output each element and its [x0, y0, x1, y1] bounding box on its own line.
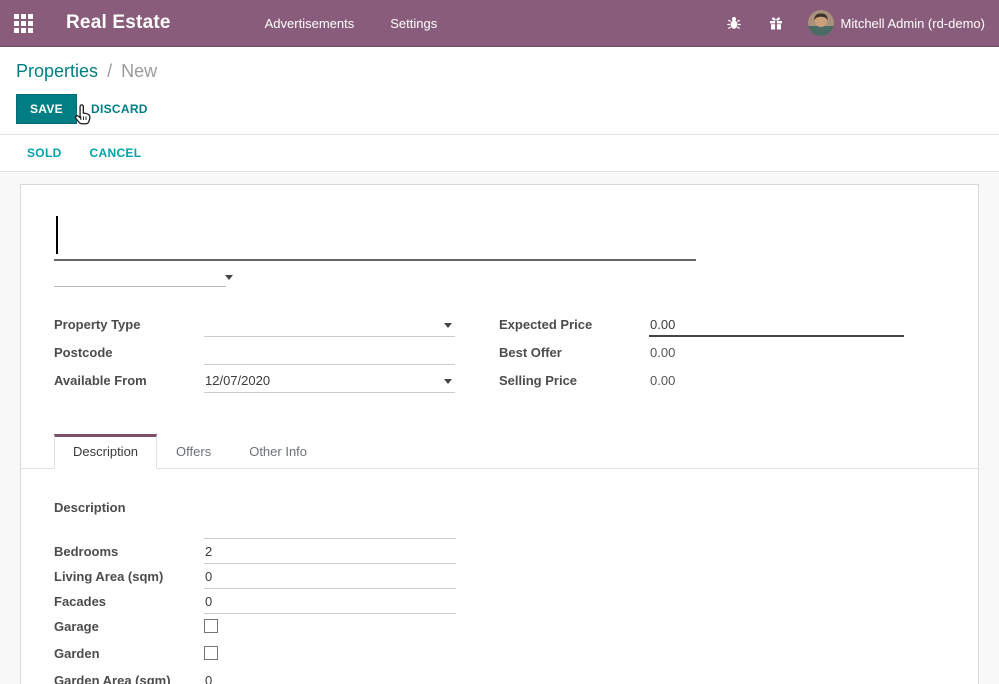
garage-label: Garage [54, 616, 204, 634]
control-panel-buttons: SAVE DISCARD [16, 94, 983, 134]
postcode-input[interactable] [204, 341, 455, 365]
tags-input[interactable] [54, 268, 226, 287]
bedrooms-label: Bedrooms [54, 541, 204, 559]
description-input[interactable] [204, 497, 456, 539]
topbar-right: Mitchell Admin (rd-demo) [724, 10, 999, 36]
living-area-value: 0 [205, 569, 212, 584]
garden-area-value: 0 [205, 673, 212, 684]
apps-grid-icon [14, 14, 33, 33]
expected-price-input[interactable]: 0.00 [649, 313, 904, 337]
field-row-garden: Garden [54, 643, 945, 668]
garden-area-input[interactable]: 0 [204, 670, 456, 684]
garden-area-label: Garden Area (sqm) [54, 670, 204, 684]
field-row-living-area: Living Area (sqm) 0 [54, 566, 945, 589]
garage-checkbox[interactable] [204, 619, 218, 633]
available-from-input[interactable]: 12/07/2020 [204, 369, 455, 393]
expected-price-label: Expected Price [499, 313, 649, 332]
best-offer-value: 0.00 [649, 341, 904, 365]
facades-input[interactable]: 0 [204, 591, 456, 614]
field-row-expected-price: Expected Price 0.00 [499, 313, 904, 340]
breadcrumb: Properties / New [16, 61, 983, 82]
living-area-input[interactable]: 0 [204, 566, 456, 589]
bug-icon[interactable] [724, 13, 744, 33]
garden-checkbox[interactable] [204, 646, 218, 660]
field-row-property-type: Property Type [54, 313, 455, 340]
user-avatar [808, 10, 834, 36]
text-cursor [56, 216, 58, 254]
bedrooms-input[interactable]: 2 [204, 541, 456, 564]
user-menu[interactable]: Mitchell Admin (rd-demo) [808, 10, 986, 36]
statusbar: SOLD CANCEL [0, 134, 999, 172]
save-button[interactable]: SAVE [16, 94, 77, 124]
selling-price-label: Selling Price [499, 369, 649, 388]
fields-column-right: Expected Price 0.00 Best Offer 0.00 Sell… [499, 313, 904, 397]
menu-item-advertisements[interactable]: Advertisements [263, 12, 357, 35]
tab-other-info[interactable]: Other Info [230, 434, 326, 469]
user-name: Mitchell Admin (rd-demo) [841, 16, 986, 31]
available-from-dropdown-caret-icon [444, 379, 452, 384]
property-type-dropdown-caret-icon [444, 323, 452, 328]
top-menu: Advertisements Settings [263, 12, 440, 35]
breadcrumb-separator: / [103, 61, 116, 81]
property-type-label: Property Type [54, 313, 204, 332]
best-offer-label: Best Offer [499, 341, 649, 360]
top-navbar: Real Estate Advertisements Settings [0, 0, 999, 47]
menu-item-settings[interactable]: Settings [388, 12, 439, 35]
bedrooms-value: 2 [205, 544, 212, 559]
tab-offers[interactable]: Offers [157, 434, 230, 469]
gift-icon[interactable] [766, 13, 786, 33]
breadcrumb-current: New [121, 61, 157, 81]
facades-label: Facades [54, 591, 204, 609]
field-row-garage: Garage [54, 616, 945, 641]
property-type-input[interactable] [204, 313, 455, 337]
field-row-postcode: Postcode [54, 341, 455, 368]
property-name-input[interactable] [54, 215, 696, 261]
fields-column-left: Property Type Postcode Available From [54, 313, 455, 397]
description-label: Description [54, 497, 204, 515]
property-form-sheet: Property Type Postcode Available From [20, 184, 979, 684]
available-from-label: Available From [54, 369, 204, 388]
postcode-label: Postcode [54, 341, 204, 360]
available-from-value: 12/07/2020 [205, 373, 270, 388]
tags-dropdown-caret-icon [225, 275, 233, 280]
apps-menu-button[interactable] [0, 0, 46, 47]
sold-button[interactable]: SOLD [27, 146, 62, 160]
garden-label: Garden [54, 643, 204, 661]
field-row-bedrooms: Bedrooms 2 [54, 541, 945, 564]
field-row-selling-price: Selling Price 0.00 [499, 369, 904, 396]
app-name[interactable]: Real Estate [66, 12, 171, 34]
field-row-description: Description [54, 497, 945, 539]
field-row-facades: Facades 0 [54, 591, 945, 614]
living-area-label: Living Area (sqm) [54, 566, 204, 584]
field-row-garden-area: Garden Area (sqm) 0 [54, 670, 945, 684]
notebook-tabs: Description Offers Other Info [21, 433, 978, 469]
breadcrumb-properties[interactable]: Properties [16, 61, 98, 81]
cancel-button[interactable]: CANCEL [90, 146, 142, 160]
description-tab-content: Description Bedrooms 2 Living Area (sqm)… [54, 469, 945, 684]
selling-price-value: 0.00 [649, 369, 904, 393]
fields-grid: Property Type Postcode Available From [54, 313, 945, 397]
control-panel: Properties / New SAVE DISCARD [0, 47, 999, 134]
tab-description[interactable]: Description [54, 434, 157, 469]
expected-price-value: 0.00 [650, 317, 675, 332]
discard-button[interactable]: DISCARD [91, 102, 148, 116]
field-row-available-from: Available From 12/07/2020 [54, 369, 455, 396]
form-view-background: Property Type Postcode Available From [0, 172, 999, 684]
field-row-best-offer: Best Offer 0.00 [499, 341, 904, 368]
facades-value: 0 [205, 594, 212, 609]
